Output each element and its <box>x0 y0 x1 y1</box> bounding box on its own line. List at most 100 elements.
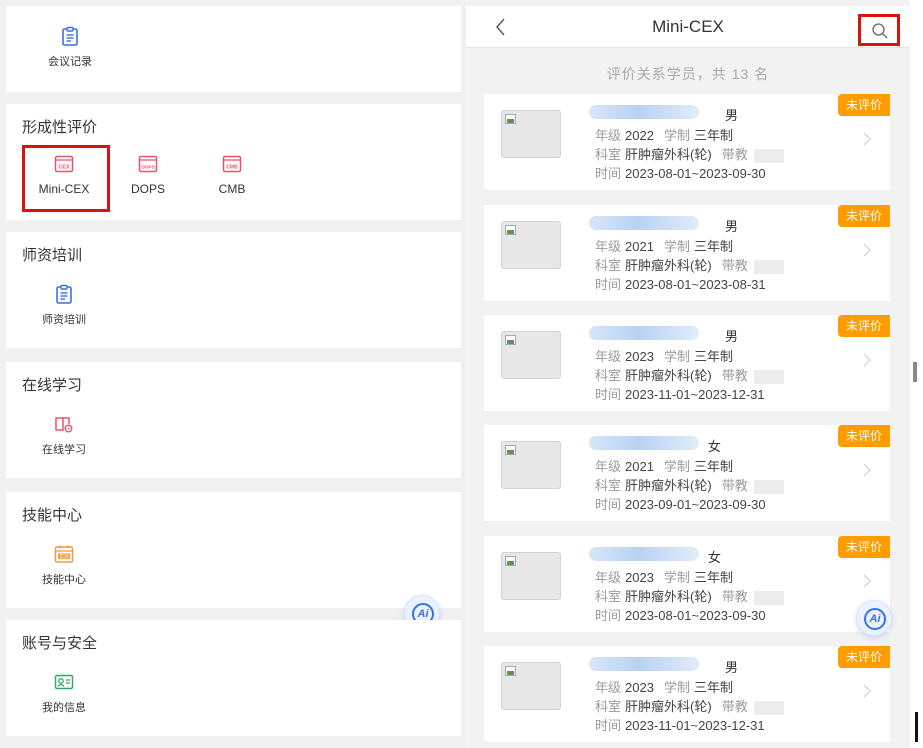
teacher-label: 带教 <box>721 478 748 493</box>
grade-value: 2023 <box>625 680 654 695</box>
student-card[interactable]: 男 未评价 年级 2023 学制 三年制 科室 肝肿瘤外科(轮) 带教 时间 2023-11-01~… <box>484 646 890 742</box>
dept-label: 科室 <box>595 258 622 273</box>
student-card[interactable]: 男 未评价 年级 2022 学制 三年制 科室 肝肿瘤外科(轮) 带教 时间 2023-08-01~… <box>484 94 890 190</box>
student-name-blurred <box>589 326 699 340</box>
teacher-name-blurred <box>753 479 784 494</box>
dept-value: 肝肿瘤外科(轮) <box>625 258 712 273</box>
time-label: 时间 <box>595 277 622 292</box>
time-line: 时间 2023-11-01~2023-12-31 <box>595 715 775 734</box>
cmb-tile[interactable]: CMB CMB <box>187 154 277 196</box>
student-name-blurred <box>589 657 699 671</box>
chevron-right-icon <box>863 243 871 257</box>
student-photo <box>501 662 561 710</box>
online-learning-title: 在线学习 <box>22 377 83 394</box>
skills-center-title: 技能中心 <box>22 507 83 524</box>
time-value: 2023-11-01~2023-12-31 <box>625 387 765 402</box>
search-button[interactable] <box>858 14 900 46</box>
time-label: 时间 <box>595 166 622 181</box>
teacher-label: 带教 <box>721 258 748 273</box>
teacher-label: 带教 <box>721 368 748 383</box>
grade-value: 2021 <box>625 459 654 474</box>
grade-label: 年级 <box>595 349 622 364</box>
grade-label: 年级 <box>595 459 622 474</box>
cmb-icon: CMB <box>222 155 242 173</box>
system-value: 三年制 <box>693 459 733 474</box>
faculty-training-tile[interactable]: 师资培训 <box>19 284 109 327</box>
dept-teacher-line: 科室 肝肿瘤外科(轮) 带教 <box>595 255 784 274</box>
clipboard-icon <box>62 26 78 46</box>
dept-teacher-line: 科室 肝肿瘤外科(轮) 带教 <box>595 696 784 715</box>
grade-system-line: 年级 2022 学制 三年制 <box>595 125 743 144</box>
dept-value: 肝肿瘤外科(轮) <box>625 478 712 493</box>
student-card[interactable]: 女 未评价 年级 2021 学制 三年制 科室 肝肿瘤外科(轮) 带教 时间 2023-09-01~… <box>484 425 890 521</box>
status-badge: 未评价 <box>838 205 890 227</box>
time-line: 时间 2023-09-01~2023-09-30 <box>595 494 776 513</box>
grade-value: 2021 <box>625 239 654 254</box>
student-photo <box>501 110 561 158</box>
time-line: 时间 2023-08-01~2023-09-30 <box>595 605 776 624</box>
teacher-name-blurred <box>753 259 784 274</box>
time-line: 时间 2023-08-01~2023-08-31 <box>595 274 776 293</box>
student-gender: 女 <box>708 439 722 454</box>
teacher-label: 带教 <box>721 699 748 714</box>
book-icon <box>55 417 73 433</box>
meeting-record-tile[interactable]: 会议记录 <box>25 26 115 69</box>
student-card[interactable]: 男 未评价 年级 2021 学制 三年制 科室 肝肿瘤外科(轮) 带教 时间 2023-08-01~… <box>484 205 890 301</box>
dept-teacher-line: 科室 肝肿瘤外科(轮) 带教 <box>595 475 784 494</box>
ai-assistant-button-right[interactable]: Ai <box>856 600 892 636</box>
grade-system-line: 年级 2023 学制 三年制 <box>595 567 743 586</box>
system-value: 三年制 <box>693 349 733 364</box>
nav-bar: Mini-CEX <box>466 6 910 48</box>
grade-label: 年级 <box>595 680 622 695</box>
system-label: 学制 <box>663 459 690 474</box>
teacher-name-blurred <box>753 700 784 715</box>
student-name-blurred <box>589 216 699 230</box>
chevron-right-icon <box>863 353 871 367</box>
section-account-security: 账号与安全 我的信息 <box>6 620 461 736</box>
time-label: 时间 <box>595 608 622 623</box>
student-card[interactable]: 男 未评价 年级 2023 学制 三年制 科室 肝肿瘤外科(轮) 带教 时间 2023-11-01~… <box>484 315 890 411</box>
dept-value: 肝肿瘤外科(轮) <box>625 699 712 714</box>
student-gender: 男 <box>725 108 739 123</box>
dept-label: 科室 <box>595 478 622 493</box>
broken-image-icon <box>505 556 516 566</box>
clipboard-icon <box>56 284 72 304</box>
dept-teacher-line: 科室 肝肿瘤外科(轮) 带教 <box>595 365 784 384</box>
online-learning-label: 在线学习 <box>42 444 86 456</box>
page-title: Mini-CEX <box>652 17 724 36</box>
dops-tile[interactable]: DOPS DOPS <box>103 154 193 196</box>
system-value: 三年制 <box>693 239 733 254</box>
student-name-blurred <box>589 547 699 561</box>
time-label: 时间 <box>595 387 622 402</box>
my-info-tile[interactable]: 我的信息 <box>19 672 109 715</box>
calendar-icon: 实训 <box>54 545 74 563</box>
online-learning-tile[interactable]: 在线学习 <box>19 414 109 457</box>
system-label: 学制 <box>663 680 690 695</box>
time-line: 时间 2023-08-01~2023-09-30 <box>595 163 776 182</box>
student-card[interactable]: 女 未评价 年级 2023 学制 三年制 科室 肝肿瘤外科(轮) 带教 时间 2023-08-01~… <box>484 536 890 632</box>
time-line: 时间 2023-11-01~2023-12-31 <box>595 384 775 403</box>
grade-label: 年级 <box>595 239 622 254</box>
workbench-panel: 会议记录 形成性评价 CEX Mini-CEX DOPS DOPS CMB CM… <box>0 0 466 748</box>
my-info-label: 我的信息 <box>42 702 86 714</box>
status-badge: 未评价 <box>838 646 890 668</box>
time-label: 时间 <box>595 497 622 512</box>
cmb-label: CMB <box>218 182 246 196</box>
time-value: 2023-08-01~2023-09-30 <box>625 608 766 623</box>
section-online-learning: 在线学习 在线学习 <box>6 362 461 478</box>
student-name-blurred <box>589 436 699 450</box>
time-value: 2023-08-01~2023-09-30 <box>625 166 766 181</box>
status-badge: 未评价 <box>838 94 890 116</box>
student-photo <box>501 441 561 489</box>
student-photo <box>501 221 561 269</box>
faculty-training-title: 师资培训 <box>22 247 83 264</box>
skills-center-tile[interactable]: 实训 技能中心 <box>19 544 109 587</box>
system-label: 学制 <box>663 570 690 585</box>
scrollbar[interactable] <box>915 712 918 742</box>
student-name-blurred <box>589 105 699 119</box>
dept-value: 肝肿瘤外科(轮) <box>625 368 712 383</box>
dept-teacher-line: 科室 肝肿瘤外科(轮) 带教 <box>595 586 784 605</box>
dept-value: 肝肿瘤外科(轮) <box>625 589 712 604</box>
skills-center-label: 技能中心 <box>42 574 86 586</box>
panel-scroll-handle[interactable] <box>913 362 917 382</box>
